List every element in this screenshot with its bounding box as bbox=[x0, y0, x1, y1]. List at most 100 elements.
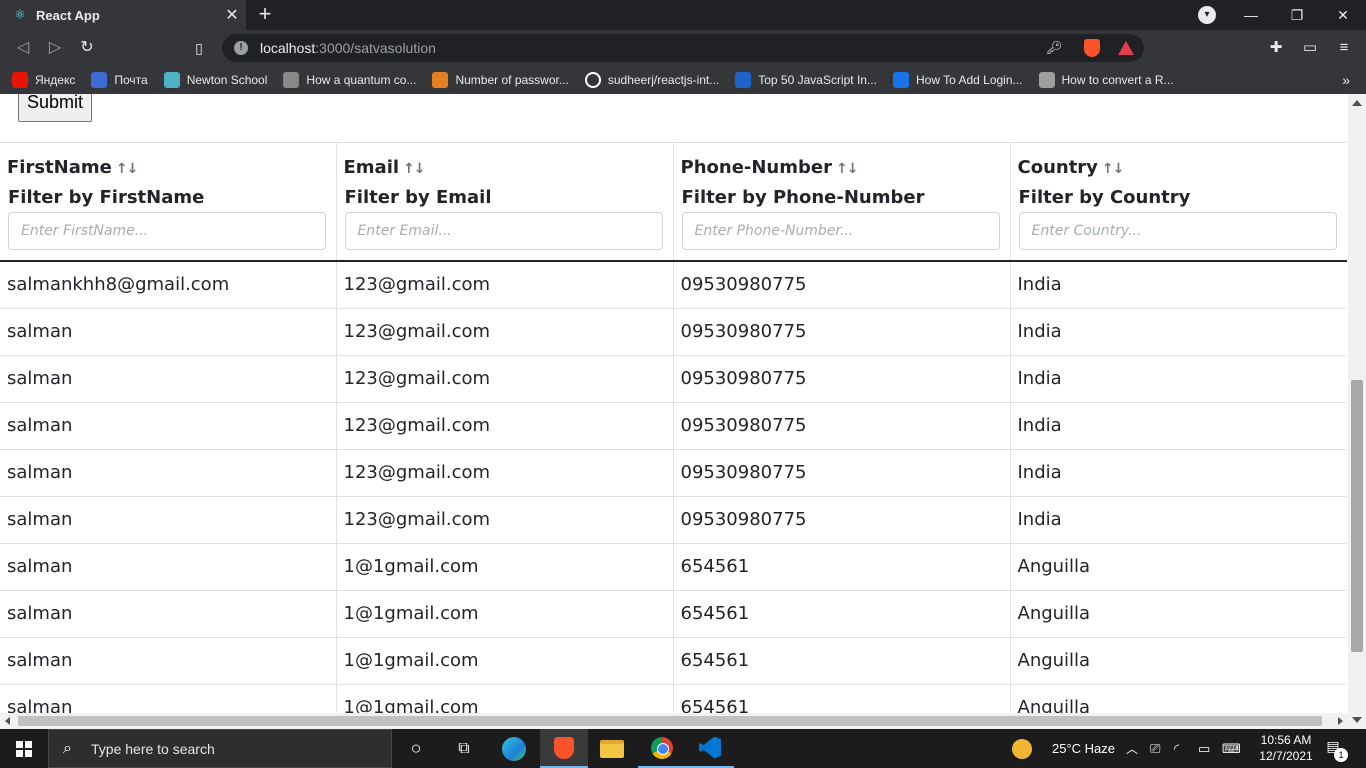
weather-icon bbox=[1012, 738, 1032, 759]
sort-icon[interactable]: ↑↓ bbox=[116, 161, 138, 177]
reload-button[interactable]: ↻ bbox=[76, 37, 98, 59]
restore-button[interactable]: ❐ bbox=[1274, 0, 1320, 30]
table-cell: salman bbox=[0, 495, 336, 543]
brave-rewards bbox=[1118, 34, 1134, 62]
table-row: salman 123@gmail.com 09530980775 India bbox=[0, 495, 1347, 543]
wallet-icon[interactable]: ▭ bbox=[1300, 38, 1320, 58]
more-bookmarks-icon[interactable]: » bbox=[1342, 72, 1350, 88]
tab-search-icon[interactable]: ▾ bbox=[1198, 6, 1216, 24]
table-cell: India bbox=[1009, 354, 1347, 402]
column-header[interactable]: Email ↑↓ Filter by Email bbox=[335, 142, 673, 262]
edge-taskbar-icon[interactable] bbox=[490, 729, 538, 768]
table-row: salman 123@gmail.com 09530980775 India bbox=[0, 401, 1347, 449]
table-cell: India bbox=[1009, 307, 1347, 355]
tray-chevron-icon[interactable]: ︿ bbox=[1126, 729, 1138, 768]
cortana-icon[interactable]: ○ bbox=[392, 729, 440, 768]
start-button[interactable] bbox=[0, 729, 48, 768]
filter-input[interactable] bbox=[681, 212, 1000, 250]
bookmark-label: Почта bbox=[114, 73, 148, 87]
column-title-row[interactable]: Email ↑↓ bbox=[344, 157, 665, 179]
scroll-left-icon[interactable] bbox=[5, 717, 10, 725]
column-header[interactable]: Country ↑↓ Filter by Country bbox=[1009, 142, 1347, 262]
close-tab-icon[interactable]: ✕ bbox=[222, 5, 242, 25]
vertical-scrollbar[interactable] bbox=[1348, 94, 1366, 729]
notification-center-icon[interactable]: ▤ 1 bbox=[1322, 738, 1348, 762]
weather-text: 25°C Haze bbox=[1052, 741, 1116, 756]
table-cell: 123@gmail.com bbox=[335, 354, 673, 402]
bookmark-label: sudheerj/reactjs-int... bbox=[607, 73, 720, 87]
keyboard-icon[interactable]: ⌨ bbox=[1222, 729, 1241, 768]
bookmark-item[interactable]: Почта bbox=[91, 72, 148, 88]
bookmark-item[interactable]: How to convert a R... bbox=[1038, 72, 1174, 88]
forward-button[interactable]: ▷ bbox=[44, 37, 66, 59]
bookmark-item[interactable]: How To Add Login... bbox=[892, 72, 1023, 88]
close-window-button[interactable]: ✕ bbox=[1320, 0, 1366, 30]
filter-input[interactable] bbox=[8, 212, 326, 250]
bookmark-item[interactable]: sudheerj/reactjs-int... bbox=[584, 72, 720, 88]
brave-taskbar-icon[interactable] bbox=[540, 729, 588, 768]
table-cell: salmankhh8@gmail.com bbox=[7, 274, 230, 296]
new-tab-button[interactable]: + bbox=[254, 3, 276, 25]
device-icon[interactable]: ⎚ bbox=[1150, 729, 1160, 768]
browser-tab[interactable]: ⚛ React App ✕ bbox=[0, 0, 246, 30]
table-cell: Anguilla bbox=[1009, 589, 1347, 637]
battery-icon[interactable]: ▭ bbox=[1198, 729, 1210, 768]
bookmark-item[interactable]: Number of passwor... bbox=[432, 72, 569, 88]
brave-shields-icon[interactable] bbox=[1084, 39, 1100, 57]
horizontal-scroll-thumb[interactable] bbox=[18, 716, 1322, 726]
brave-rewards-icon[interactable] bbox=[1118, 41, 1134, 55]
taskbar-search[interactable]: ⌕ Type here to search bbox=[48, 729, 392, 768]
minimize-button[interactable]: — bbox=[1228, 0, 1274, 30]
address-bar[interactable]: ! localhost:3000/satvasolution 🔑︎ bbox=[222, 34, 1144, 62]
chrome-taskbar-icon[interactable] bbox=[638, 729, 686, 768]
scroll-down-icon[interactable] bbox=[1352, 717, 1362, 723]
filter-input[interactable] bbox=[344, 212, 663, 250]
bookmark-item[interactable]: How a quantum co... bbox=[283, 72, 416, 88]
table-cell: 09530980775 bbox=[672, 307, 1010, 355]
back-button[interactable]: ◁ bbox=[12, 37, 34, 59]
table-cell: salman bbox=[0, 542, 336, 590]
vertical-scroll-thumb[interactable] bbox=[1351, 380, 1363, 652]
column-header[interactable]: FirstName ↑↓ Filter by FirstName bbox=[0, 142, 336, 262]
column-header[interactable]: Phone-Number ↑↓ Filter by Phone-Number bbox=[672, 142, 1010, 262]
page-viewport: Submit FirstName↑↓Filter by FirstNameEma… bbox=[0, 94, 1366, 729]
column-title-row[interactable]: Phone-Number ↑↓ bbox=[681, 157, 1002, 179]
weather-widget[interactable]: 25°C Haze bbox=[1012, 729, 1115, 768]
submit-button[interactable]: Submit bbox=[18, 94, 92, 122]
column-title-row[interactable]: FirstName ↑↓ bbox=[7, 157, 328, 179]
column-title-row[interactable]: Country ↑↓ bbox=[1018, 157, 1340, 179]
scroll-up-icon[interactable] bbox=[1352, 100, 1362, 106]
omnibox-actions: 🔑︎ bbox=[1046, 34, 1063, 62]
sort-icon[interactable]: ↑↓ bbox=[1102, 161, 1124, 177]
key-icon[interactable]: 🔑︎ bbox=[1046, 40, 1063, 56]
table-row: salman 123@gmail.com 09530980775 India bbox=[0, 354, 1347, 402]
table-row: salman 1@1gmail.com 654561 Anguilla bbox=[0, 542, 1347, 590]
mail-icon bbox=[91, 72, 108, 88]
column-title: FirstName bbox=[7, 157, 112, 178]
extensions-icon[interactable]: ✚ bbox=[1266, 38, 1286, 58]
table-cell: 09530980775 bbox=[672, 495, 1010, 543]
table-body: salmankhh8@gmail.com 123@gmail.com 0953098… bbox=[0, 261, 1347, 729]
task-view-icon[interactable]: ⧉ bbox=[440, 729, 488, 768]
system-clock[interactable]: 10:56 AM 12/7/2021 bbox=[1256, 732, 1316, 764]
column-title: Country bbox=[1017, 157, 1098, 178]
taskbar-search-placeholder: Type here to search bbox=[91, 740, 215, 757]
bookmark-icon[interactable]: ▯ bbox=[188, 37, 210, 59]
horizontal-scrollbar[interactable] bbox=[0, 713, 1348, 729]
bookmark-item[interactable]: Newton School bbox=[163, 72, 267, 88]
menu-icon[interactable]: ≡ bbox=[1334, 38, 1354, 58]
bookmark-label: How to convert a R... bbox=[1061, 73, 1174, 87]
table-row: salmankhh8@gmail.com 123@gmail.com 0953098… bbox=[0, 261, 1347, 308]
bookmark-item[interactable]: Яндекс bbox=[12, 72, 75, 88]
table-cell: Anguilla bbox=[1009, 542, 1347, 590]
sort-icon[interactable]: ↑↓ bbox=[836, 161, 858, 177]
bookmark-item[interactable]: Top 50 JavaScript In... bbox=[735, 72, 877, 88]
wifi-icon[interactable]: ◜ bbox=[1174, 729, 1179, 768]
site-info-icon[interactable]: ! bbox=[234, 41, 248, 55]
vscode-taskbar-icon[interactable] bbox=[686, 729, 734, 768]
file-explorer-taskbar-icon[interactable] bbox=[588, 729, 636, 768]
sort-icon[interactable]: ↑↓ bbox=[403, 161, 425, 177]
filter-input[interactable] bbox=[1018, 212, 1337, 250]
bookmark-label: Number of passwor... bbox=[455, 73, 569, 87]
scroll-right-icon[interactable] bbox=[1338, 717, 1343, 725]
